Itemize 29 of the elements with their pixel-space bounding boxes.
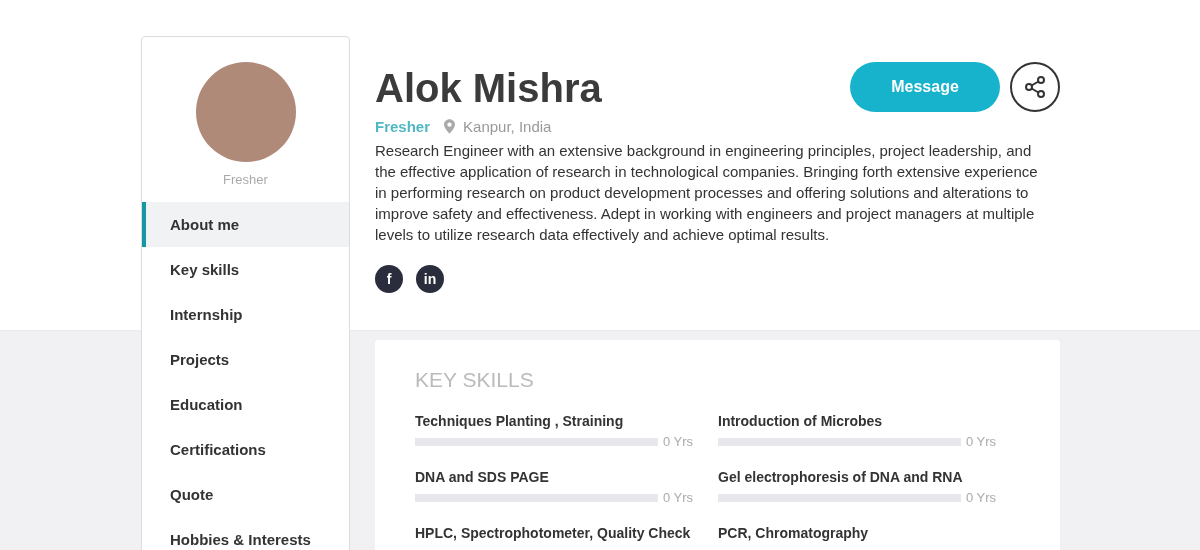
sidebar-nav-item[interactable]: About me [142, 202, 349, 247]
profile-status: Fresher [375, 118, 431, 135]
share-icon [1023, 75, 1047, 99]
sidebar-caption: Fresher [223, 172, 268, 187]
sidebar-nav-item[interactable]: Internship [142, 292, 349, 337]
social-button[interactable]: f [375, 265, 403, 293]
skill-name: Gel electrophoresis of DNA and RNA [718, 469, 963, 485]
sidebar-nav-item[interactable]: Key skills [142, 247, 349, 292]
skill-name: DNA and SDS PAGE [415, 469, 549, 485]
skill-years: 0 Yrs [663, 434, 694, 449]
skill-name: Techniques Planting , Straining [415, 413, 624, 429]
skill-years: 0 Yrs [966, 434, 997, 449]
skill-years: 0 Yrs [663, 490, 694, 505]
share-button[interactable] [1010, 62, 1060, 112]
skill-name: HPLC, Spectrophotometer, Quality Check [415, 525, 691, 541]
skill-name: PCR, Chromatography [718, 525, 869, 541]
profile-bio: Research Engineer with an extensive background in engineering principles, project leadership, and the effective application of research in technological companies. Bringing forth extensive experience in performing research on product development processes and offering solutions and alterations to improve safety and effectiveness. Adept in working with engineers and project managers at multiple levels to utilize research data effectively and achieve optimal results. [375, 141, 1039, 245]
section-title: KEY SKILLS [415, 368, 535, 392]
sidebar-nav-item[interactable]: Education [142, 382, 349, 427]
skill-years: 0 Yrs [966, 490, 997, 505]
skill-name: Introduction of Microbes [718, 413, 883, 429]
profile-name: Alok Mishra [375, 65, 602, 112]
sidebar-nav-item[interactable]: Hobbies & Interests [142, 517, 349, 550]
sidebar-nav-item[interactable]: Quote [142, 472, 349, 517]
sidebar-nav-item[interactable]: Certifications [142, 427, 349, 472]
profile-location: Kanpur, India [463, 118, 552, 135]
sidebar-nav-item[interactable]: Projects [142, 337, 349, 382]
location-pin-icon [444, 119, 456, 134]
social-button[interactable]: in [416, 265, 444, 293]
